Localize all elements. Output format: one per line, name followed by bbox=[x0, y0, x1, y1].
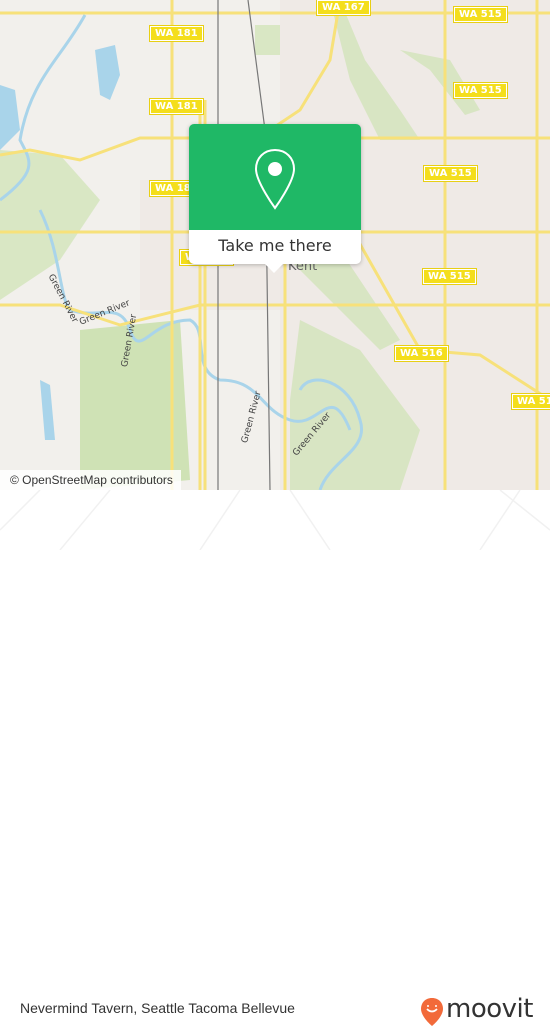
highway-shield: WA 181 bbox=[149, 25, 204, 42]
highway-shield: WA 516 bbox=[511, 393, 550, 410]
moovit-wordmark: moovit bbox=[446, 994, 533, 1024]
highway-shield: WA 515 bbox=[423, 165, 478, 182]
popup-pointer bbox=[265, 264, 283, 273]
moovit-logo[interactable]: moovit bbox=[420, 992, 540, 1032]
popup-header[interactable] bbox=[189, 124, 361, 230]
place-name: Nevermind Tavern, Seattle Tacoma Bellevu… bbox=[20, 1000, 295, 1016]
footer-background-pattern bbox=[0, 490, 550, 550]
location-popup[interactable]: Take me there bbox=[189, 124, 361, 273]
highway-shield: WA 515 bbox=[453, 6, 508, 23]
location-pin-icon bbox=[254, 148, 296, 210]
highway-shield: WA 515 bbox=[422, 268, 477, 285]
osm-attribution[interactable]: © OpenStreetMap contributors bbox=[0, 470, 181, 490]
highway-shield: WA 181 bbox=[149, 98, 204, 115]
highway-shield: WA 167 bbox=[316, 0, 371, 16]
moovit-pin-icon bbox=[421, 998, 443, 1026]
take-me-there-button[interactable]: Take me there bbox=[189, 230, 361, 264]
highway-shield: WA 515 bbox=[453, 82, 508, 99]
highway-shield: WA 516 bbox=[394, 345, 449, 362]
footer: Nevermind Tavern, Seattle Tacoma Bellevu… bbox=[0, 490, 550, 1026]
map-view[interactable]: WA 167 WA 515 WA 181 WA 181 WA 515 WA 18… bbox=[0, 0, 550, 490]
